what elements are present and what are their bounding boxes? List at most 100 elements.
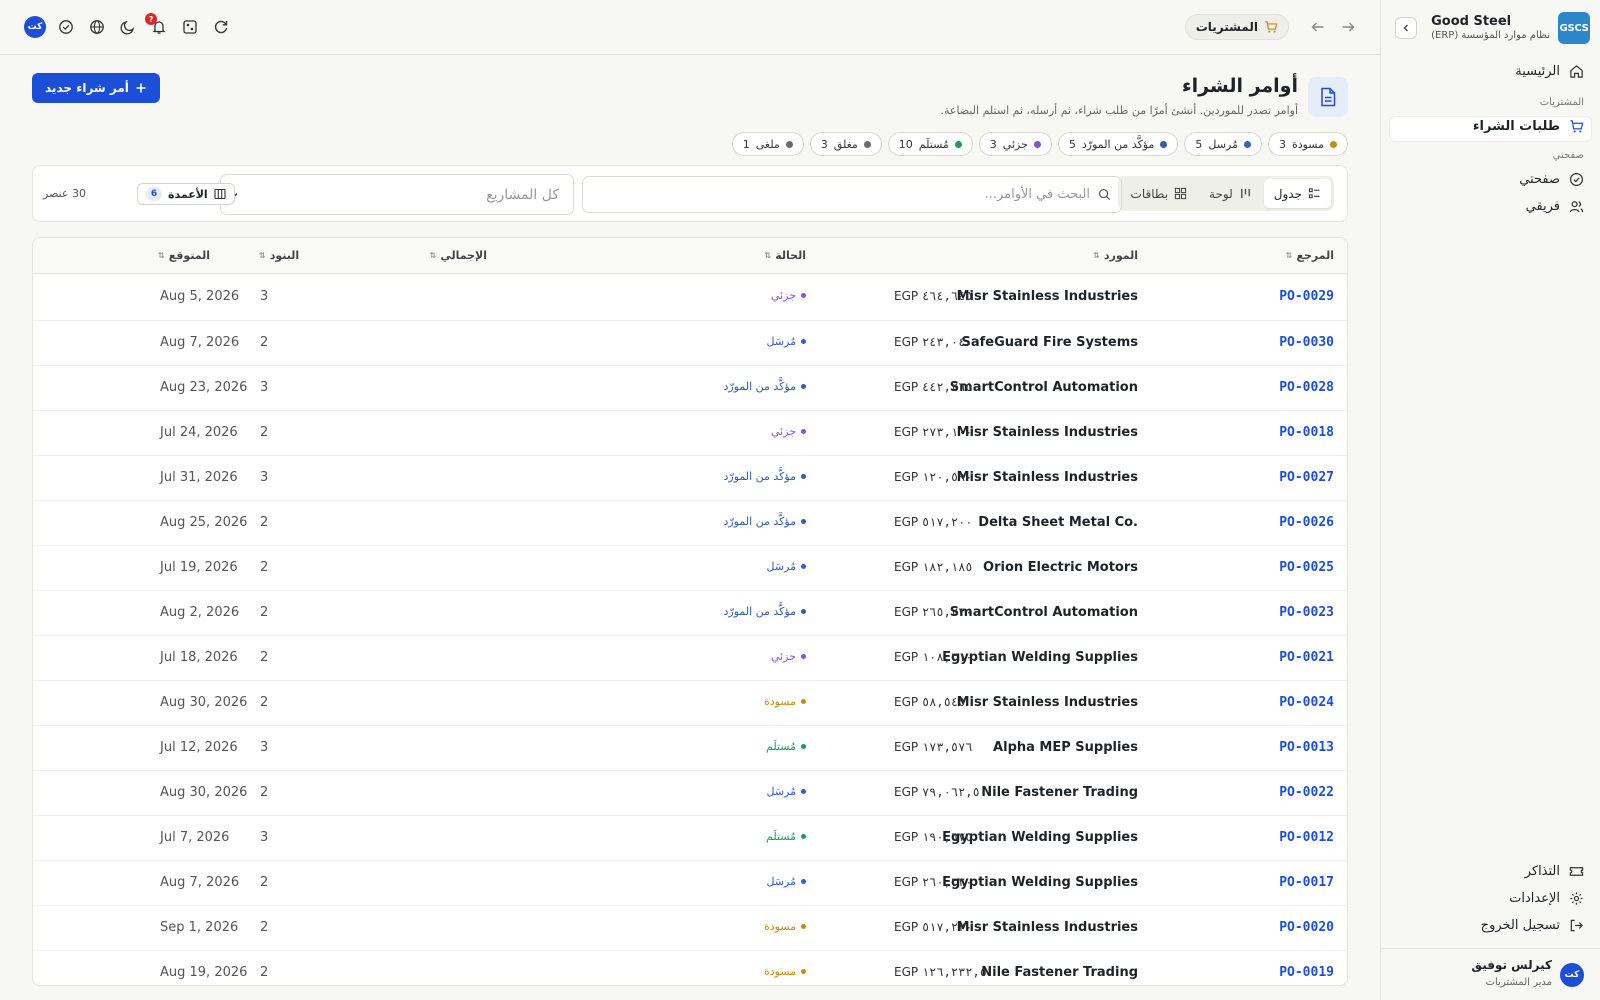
supplier-name: SmartControl Automation <box>949 605 1138 620</box>
table-row[interactable]: PO-0022 Nile Fastener Trading مُرسَل EGP ٧٩… <box>33 770 1347 816</box>
orders-table: المرجع ⇅ المورد ⇅ الحالة ⇅ الإجمالي ⇅ البنود… <box>32 237 1348 986</box>
status-filter-chips: مسودة 3 مُرسل 5 مؤكَّد من المورّد 5 جزئي 3 مُستل… <box>731 132 1348 156</box>
order-ref-link[interactable]: PO-0024 <box>1279 695 1334 710</box>
view-table-tab[interactable]: جدول <box>1263 179 1331 208</box>
sidebar-item-logout[interactable]: تسجيل الخروج <box>1481 917 1584 933</box>
forward-arrow-icon[interactable] <box>1340 19 1356 35</box>
order-ref-link[interactable]: PO-0018 <box>1279 425 1334 440</box>
status-dot <box>954 140 962 148</box>
column-header-items[interactable]: البنود ⇅ <box>259 249 299 262</box>
table-row[interactable]: PO-0028 SmartControl Automation مؤكَّد من … <box>33 365 1347 411</box>
order-total: EGP ٥١٧,٢٠٠ <box>894 515 973 529</box>
sidebar-item-my-page[interactable]: صفحتي <box>1519 171 1584 187</box>
expected-date: Aug 5, 2026 <box>160 289 240 304</box>
globe-icon[interactable] <box>89 19 105 35</box>
sidebar-item-home[interactable]: الرئيسية <box>1515 63 1584 79</box>
order-ref-link[interactable]: PO-0013 <box>1279 740 1334 755</box>
sort-icon: ⇅ <box>259 250 266 260</box>
order-ref-link[interactable]: PO-0012 <box>1279 830 1334 845</box>
sidebar-item-settings[interactable]: الإعدادات <box>1509 890 1584 906</box>
table-row[interactable]: PO-0012 Egyptian Welding Supplies مُستلَم E… <box>33 815 1347 861</box>
column-header-expected[interactable]: المتوقع ⇅ <box>158 249 210 262</box>
column-header-status[interactable]: الحالة ⇅ <box>765 249 806 262</box>
order-ref-link[interactable]: PO-0021 <box>1279 650 1334 665</box>
order-ref-link[interactable]: PO-0026 <box>1279 515 1334 530</box>
order-ref-link[interactable]: PO-0029 <box>1279 289 1334 304</box>
supplier-name: Misr Stainless Industries <box>956 470 1138 485</box>
current-section-pill[interactable]: المشتريات <box>1184 14 1289 40</box>
table-row[interactable]: PO-0023 SmartControl Automation مؤكَّد من … <box>33 590 1347 636</box>
bell-icon[interactable]: ? <box>145 13 167 35</box>
notification-badge: ? <box>145 13 157 25</box>
table-row[interactable]: PO-0017 Egyptian Welding Supplies مُرسَل EG… <box>33 860 1347 906</box>
items-count-cell: 3 <box>260 470 269 485</box>
logout-icon <box>1568 917 1584 933</box>
order-ref-link[interactable]: PO-0030 <box>1279 335 1334 350</box>
back-arrow-icon[interactable] <box>1310 19 1326 35</box>
table-row[interactable]: PO-0030 SafeGuard Fire Systems مُرسَل EGP ٢… <box>33 320 1347 366</box>
status-dot <box>801 789 806 794</box>
moon-icon[interactable] <box>120 19 136 35</box>
topbar-avatar[interactable]: كت <box>24 16 46 38</box>
order-ref-link[interactable]: PO-0022 <box>1279 785 1334 800</box>
order-ref-link[interactable]: PO-0028 <box>1279 380 1334 395</box>
status-dot <box>801 834 806 839</box>
status-chip[interactable]: مسودة 3 <box>1267 132 1348 156</box>
status-chip[interactable]: مُستلَم 10 <box>887 132 973 156</box>
table-row[interactable]: PO-0020 Misr Stainless Industries مسودة EGP… <box>33 905 1347 951</box>
document-icon <box>1308 77 1348 117</box>
status-chip[interactable]: مؤكَّد من المورّد 5 <box>1057 132 1179 156</box>
order-ref-link[interactable]: PO-0023 <box>1279 605 1334 620</box>
status-badge: مسودة <box>764 965 806 978</box>
table-row[interactable]: PO-0013 Alpha MEP Supplies مُستلَم EGP ١٧٣,… <box>33 725 1347 771</box>
status-dot <box>801 564 806 569</box>
sidebar-item-purchase-requests[interactable]: طلبات الشراء <box>1473 118 1584 134</box>
order-ref-link[interactable]: PO-0017 <box>1279 875 1334 890</box>
status-dot <box>1243 140 1251 148</box>
status-chip[interactable]: مغلق 3 <box>809 132 882 156</box>
status-dot <box>801 429 806 434</box>
order-total: EGP ٥١٧,٢٢٠ <box>894 920 973 934</box>
user-avatar[interactable]: كت <box>1560 963 1584 987</box>
status-chip[interactable]: جزئي 3 <box>978 132 1052 156</box>
sidebar-divider <box>1381 948 1600 949</box>
status-dot <box>801 339 806 344</box>
columns-button[interactable]: الأعمدة 6 <box>137 183 235 205</box>
apps-grid-icon[interactable] <box>182 19 198 35</box>
sidebar-section-mine: صفحتي <box>1552 150 1584 161</box>
order-ref-link[interactable]: PO-0020 <box>1279 920 1334 935</box>
items-count-cell: 2 <box>260 560 269 575</box>
expected-date: Aug 7, 2026 <box>160 335 240 350</box>
sidebar-item-my-team[interactable]: فريقي <box>1526 198 1584 214</box>
sidebar-collapse-button[interactable] <box>1395 17 1417 39</box>
orders-search-input[interactable]: البحث في الأوامر... <box>582 176 1122 213</box>
table-row[interactable]: PO-0029 Misr Stainless Industries جزئي EGP … <box>33 275 1347 321</box>
sidebar-item-tickets[interactable]: التذاكر <box>1525 863 1584 879</box>
check-circle-icon[interactable] <box>58 19 74 35</box>
expected-date: Jul 18, 2026 <box>160 650 238 665</box>
table-row[interactable]: PO-0027 Misr Stainless Industries مؤكَّد م… <box>33 455 1347 501</box>
table-row[interactable]: PO-0026 Delta Sheet Metal Co. مؤكَّد من ال… <box>33 500 1347 546</box>
new-purchase-order-button[interactable]: أمر شراء جديد <box>32 73 160 103</box>
table-row[interactable]: PO-0019 Nile Fastener Trading مسودة EGP ١٢٦… <box>33 950 1347 985</box>
expected-date: Jul 24, 2026 <box>160 425 238 440</box>
table-list-icon <box>1308 187 1321 200</box>
table-row[interactable]: PO-0018 Misr Stainless Industries جزئي EGP … <box>33 410 1347 456</box>
table-row[interactable]: PO-0024 Misr Stainless Industries مسودة EGP… <box>33 680 1347 726</box>
status-chip[interactable]: مُرسل 5 <box>1184 132 1262 156</box>
order-ref-link[interactable]: PO-0027 <box>1279 470 1334 485</box>
view-board-tab[interactable]: لوحة <box>1199 179 1262 208</box>
status-dot <box>801 519 806 524</box>
table-row[interactable]: PO-0025 Orion Electric Motors مُرسَل EGP ١٨… <box>33 545 1347 591</box>
refresh-icon[interactable] <box>213 19 229 35</box>
status-chip[interactable]: ملغى 1 <box>731 132 804 156</box>
table-row[interactable]: PO-0021 Egyptian Welding Supplies جزئي EGP … <box>33 635 1347 681</box>
column-header-supplier[interactable]: المورد ⇅ <box>1093 249 1138 262</box>
order-ref-link[interactable]: PO-0019 <box>1279 965 1334 980</box>
items-count-cell: 2 <box>260 515 269 530</box>
order-ref-link[interactable]: PO-0025 <box>1279 560 1334 575</box>
column-header-ref[interactable]: المرجع ⇅ <box>1286 249 1334 262</box>
column-header-total[interactable]: الإجمالي ⇅ <box>430 249 487 262</box>
view-cards-tab[interactable]: بطاقات <box>1121 179 1198 208</box>
project-filter-select[interactable]: كل المشاريع <box>220 174 574 215</box>
